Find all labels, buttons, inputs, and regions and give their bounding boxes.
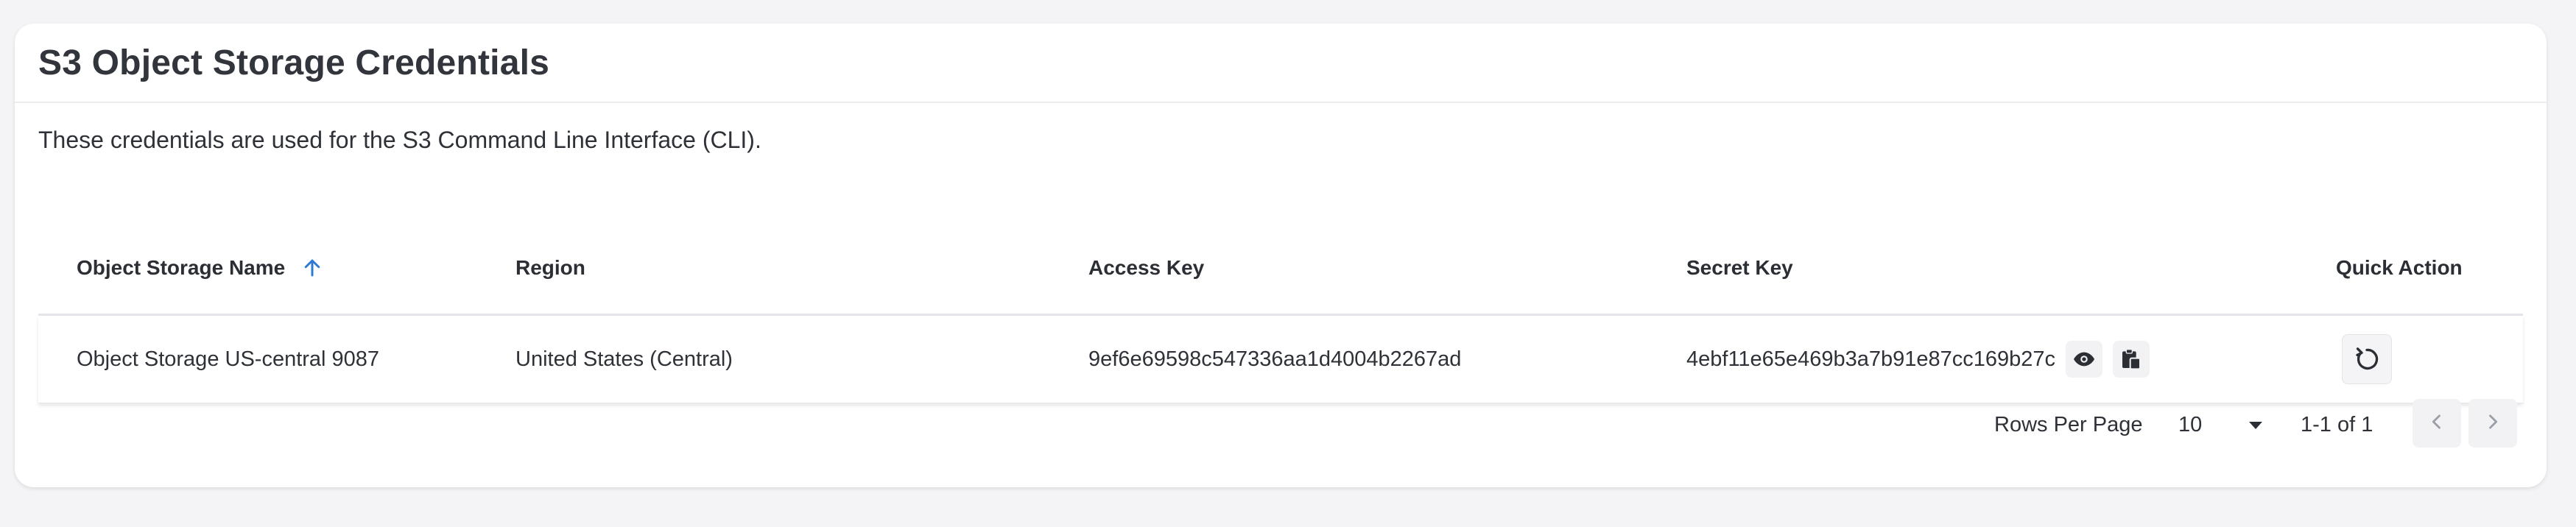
caret-down-icon (2249, 422, 2262, 429)
column-header-object-storage-name[interactable]: Object Storage Name (77, 222, 323, 314)
next-page-button[interactable] (2468, 399, 2517, 448)
clipboard-icon[interactable] (2113, 341, 2150, 378)
region-cell: United States (Central) (515, 347, 733, 371)
credentials-card: S3 Object Storage Credentials These cred… (15, 24, 2547, 487)
table-row: Object Storage US-central 9087 United St… (38, 316, 2523, 403)
rows-per-page-select[interactable]: 10 (2178, 399, 2274, 450)
column-header-secret-key[interactable]: Secret Key (1686, 222, 1793, 314)
credentials-table: Object Storage Name Region Access Key Se… (38, 222, 2523, 403)
rows-per-page-label: Rows Per Page (1994, 412, 2143, 436)
chevron-right-icon (2482, 411, 2503, 436)
object-storage-name-cell: Object Storage US-central 9087 (77, 347, 380, 371)
column-header-access-key[interactable]: Access Key (1088, 222, 1204, 314)
eye-icon[interactable] (2066, 341, 2103, 378)
card-description: These credentials are used for the S3 Co… (38, 127, 761, 153)
arrow-up-icon[interactable] (301, 257, 323, 279)
pagination-bar: Rows Per Page 10 1-1 of 1 (15, 399, 2547, 450)
access-key-cell: 9ef6e69598c547336aa1d4004b2267ad (1088, 347, 1462, 371)
column-header-region[interactable]: Region (515, 222, 585, 314)
page-title: S3 Object Storage Credentials (38, 43, 550, 82)
previous-page-button[interactable] (2413, 399, 2461, 448)
secret-key-value: 4ebf11e65e469b3a7b91e87cc169b27c (1686, 347, 2056, 371)
chevron-left-icon (2427, 411, 2447, 436)
column-header-label: Object Storage Name (77, 256, 286, 279)
column-header-quick-action: Quick Action (2336, 256, 2463, 279)
refresh-icon[interactable] (2342, 334, 2392, 384)
pagination-range: 1-1 of 1 (2301, 412, 2373, 436)
quick-action-cell (2342, 316, 2392, 403)
card-header: S3 Object Storage Credentials (15, 24, 2547, 103)
secret-key-cell: 4ebf11e65e469b3a7b91e87cc169b27c (1686, 316, 2150, 403)
table-header: Object Storage Name Region Access Key Se… (38, 222, 2523, 316)
rows-per-page-value: 10 (2178, 412, 2203, 436)
